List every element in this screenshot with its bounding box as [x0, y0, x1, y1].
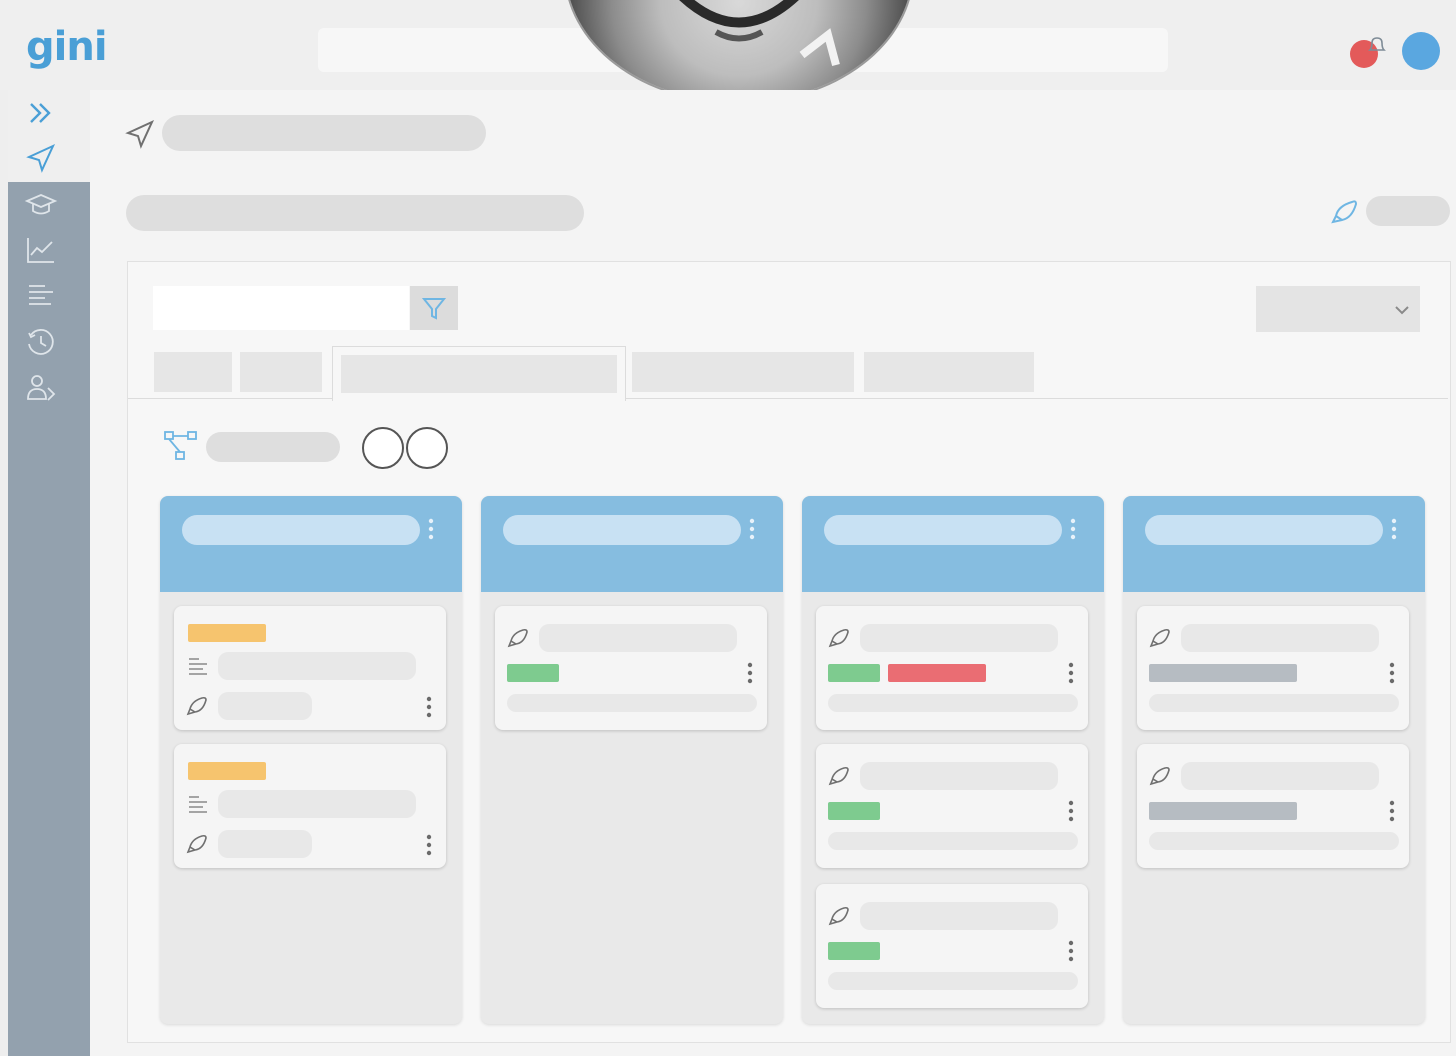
card-title: [1181, 624, 1379, 652]
more-vertical-icon[interactable]: [1389, 662, 1395, 684]
card-meta: [507, 694, 757, 712]
card-title: [539, 624, 737, 652]
tab-3[interactable]: [332, 346, 626, 401]
app-logo[interactable]: gini: [26, 22, 108, 72]
more-vertical-icon[interactable]: [426, 834, 432, 856]
rocket-icon: [186, 696, 207, 716]
rocket-icon: [507, 628, 528, 648]
card-meta: [1149, 694, 1399, 712]
card-title: [860, 762, 1058, 790]
sidebar: [8, 182, 90, 1056]
more-vertical-icon[interactable]: [426, 696, 432, 718]
more-vertical-icon[interactable]: [428, 518, 434, 540]
board-column: [160, 496, 462, 1024]
task-card[interactable]: [174, 744, 446, 868]
filter-button[interactable]: [410, 286, 458, 330]
profile-button[interactable]: [1402, 32, 1440, 70]
more-vertical-icon[interactable]: [1070, 518, 1076, 540]
double-chevron-right-icon[interactable]: [24, 96, 58, 130]
workflow-icon: [164, 431, 197, 460]
rocket-icon: [1331, 200, 1358, 224]
more-vertical-icon[interactable]: [1068, 800, 1074, 822]
tag-orange: [188, 624, 266, 642]
list-icon: [189, 658, 207, 675]
card-meta: [1149, 832, 1399, 850]
rocket-icon: [828, 628, 849, 648]
board-column: [802, 496, 1104, 1024]
breadcrumb: [162, 115, 486, 151]
tag-green: [828, 942, 880, 960]
chevron-down-icon: [1395, 306, 1409, 315]
tag-gray: [1149, 802, 1297, 820]
tag-red: [888, 664, 986, 682]
toggle-right[interactable]: [406, 427, 448, 469]
rocket-icon: [1149, 766, 1170, 786]
column-title: [1145, 515, 1383, 545]
users-icon[interactable]: [24, 371, 58, 405]
tab-divider: [128, 398, 1448, 399]
column-title: [182, 515, 420, 545]
task-card[interactable]: [495, 606, 767, 730]
column-title: [503, 515, 741, 545]
filter-icon: [421, 298, 447, 320]
more-vertical-icon[interactable]: [1068, 662, 1074, 684]
toggle-left[interactable]: [362, 427, 404, 469]
rocket-icon: [1149, 628, 1170, 648]
task-card[interactable]: [1137, 744, 1409, 868]
tab-5[interactable]: [864, 352, 1034, 392]
board-name: [206, 432, 340, 462]
more-vertical-icon[interactable]: [749, 518, 755, 540]
send-icon: [125, 119, 155, 149]
task-card[interactable]: [816, 606, 1088, 730]
card-subtitle: [218, 692, 312, 720]
page-title: [126, 195, 584, 231]
task-card[interactable]: [816, 884, 1088, 1008]
tag-gray: [1149, 664, 1297, 682]
line-chart-icon[interactable]: [24, 233, 58, 267]
rocket-icon: [828, 906, 849, 926]
action-button[interactable]: [1366, 196, 1450, 226]
tag-green: [828, 802, 880, 820]
more-vertical-icon[interactable]: [1389, 800, 1395, 822]
tag-green: [507, 664, 559, 682]
send-icon[interactable]: [24, 141, 58, 175]
card-subtitle: [218, 830, 312, 858]
card-title: [860, 624, 1058, 652]
filter-input[interactable]: [153, 286, 409, 330]
card-meta: [828, 694, 1078, 712]
rocket-icon: [186, 834, 207, 854]
view-select[interactable]: [1256, 286, 1420, 332]
more-vertical-icon[interactable]: [747, 662, 753, 684]
more-vertical-icon[interactable]: [1068, 940, 1074, 962]
tab-4[interactable]: [632, 352, 854, 392]
tag-green: [828, 664, 880, 682]
tab-2[interactable]: [240, 352, 322, 392]
card-title: [218, 790, 416, 818]
column-title: [824, 515, 1062, 545]
tab-1[interactable]: [154, 352, 232, 392]
rocket-icon: [828, 766, 849, 786]
task-card[interactable]: [816, 744, 1088, 868]
task-card[interactable]: [1137, 606, 1409, 730]
board-column: [1123, 496, 1425, 1024]
tag-orange: [188, 762, 266, 780]
bell-icon[interactable]: [1366, 34, 1388, 56]
board-column: [481, 496, 783, 1024]
task-card[interactable]: [174, 606, 446, 730]
list-icon: [189, 796, 207, 813]
card-title: [1181, 762, 1379, 790]
text-align-left-icon[interactable]: [24, 279, 58, 313]
card-meta: [828, 972, 1078, 990]
card-title: [218, 652, 416, 680]
card-title: [860, 902, 1058, 930]
history-icon[interactable]: [24, 325, 58, 359]
card-meta: [828, 832, 1078, 850]
more-vertical-icon[interactable]: [1391, 518, 1397, 540]
graduation-cap-icon[interactable]: [24, 188, 58, 222]
